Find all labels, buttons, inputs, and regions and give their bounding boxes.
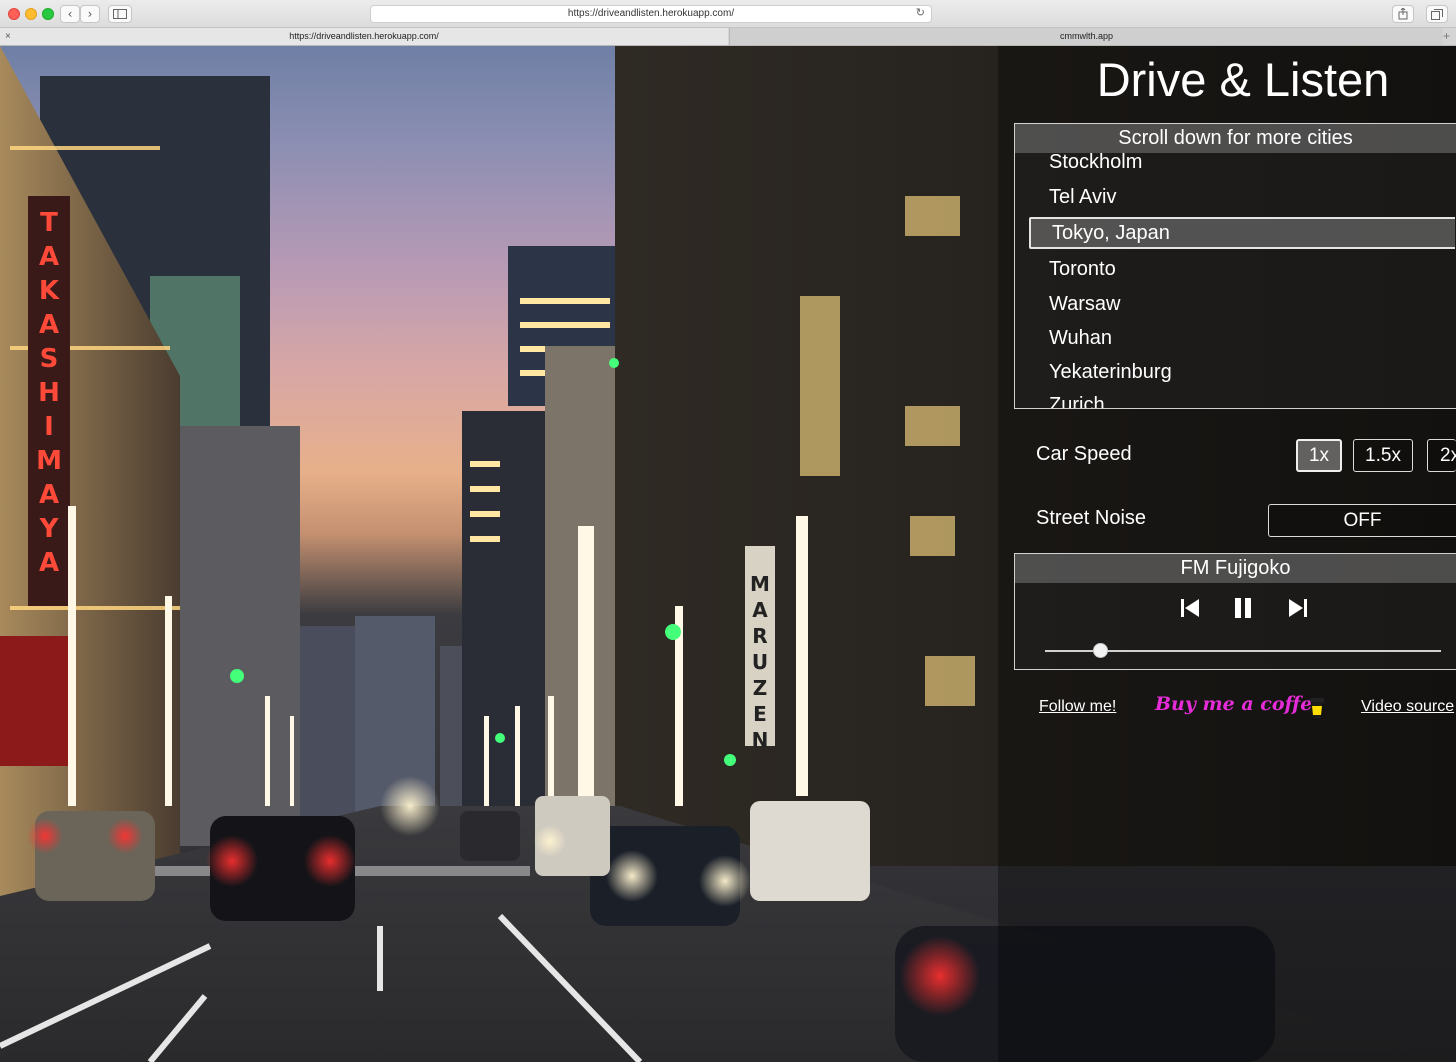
speed-1-5x-button[interactable]: 1.5x [1353, 439, 1413, 472]
back-icon[interactable]: ‹ [60, 5, 80, 23]
city-item-wuhan[interactable]: Wuhan [1029, 322, 1455, 354]
city-item-toronto[interactable]: Toronto [1029, 253, 1455, 285]
tab-driveandlisten[interactable]: × https://driveandlisten.herokuapp.com/ [0, 28, 728, 45]
city-item-tel-aviv[interactable]: Tel Aviv [1029, 181, 1455, 213]
reload-icon[interactable]: ↻ [916, 6, 925, 19]
url-text: https://driveandlisten.herokuapp.com/ [567, 8, 735, 19]
address-bar[interactable]: https://driveandlisten.herokuapp.com/ ↻ [370, 5, 932, 23]
city-item-zurich[interactable]: Zurich [1029, 389, 1455, 408]
video-source-link[interactable]: Video source [1361, 698, 1454, 716]
follow-me-link[interactable]: Follow me! [1039, 698, 1116, 716]
forward-icon[interactable]: › [80, 5, 100, 23]
speed-2x-button[interactable]: 2x [1427, 439, 1456, 472]
minimize-window-button[interactable] [25, 8, 37, 20]
next-icon[interactable] [1287, 596, 1309, 620]
tab-label: cmmwlth.app [1059, 31, 1113, 41]
app-title: Drive & Listen [1096, 53, 1390, 106]
close-tab-icon[interactable]: × [5, 28, 11, 45]
tabs-icon[interactable] [1426, 5, 1448, 23]
speed-1x-button[interactable]: 1x [1296, 439, 1342, 472]
city-item-tokyo-selected[interactable]: Tokyo, Japan [1029, 217, 1455, 249]
browser-titlebar: ‹ › https://driveandlisten.herokuapp.com… [0, 0, 1456, 28]
street-noise-label: Street Noise [1036, 507, 1147, 529]
tab-label: https://driveandlisten.herokuapp.com/ [289, 31, 439, 41]
car-speed-label: Car Speed [1036, 443, 1132, 465]
tab-cmmwlth[interactable]: cmmwlth.app [729, 28, 1443, 45]
city-list[interactable]: Scroll down for more cities Stockholm Te… [1014, 123, 1456, 409]
city-item-yekaterinburg[interactable]: Yekaterinburg [1029, 356, 1455, 388]
coffee-cup-icon[interactable] [1310, 697, 1324, 721]
sidebar-icon[interactable] [108, 5, 132, 23]
close-window-button[interactable] [8, 8, 20, 20]
street-noise-toggle[interactable]: OFF [1268, 504, 1456, 537]
tab-bar: × https://driveandlisten.herokuapp.com/ … [0, 28, 1456, 46]
radio-station-name: FM Fujigoko [1015, 554, 1456, 583]
city-item-stockholm[interactable]: Stockholm [1029, 146, 1455, 178]
radio-player: FM Fujigoko [1014, 553, 1456, 670]
zoom-window-button[interactable] [42, 8, 54, 20]
takashimaya-sign: TAKASHIMAYA [36, 208, 62, 578]
new-tab-icon[interactable]: + [1443, 28, 1450, 45]
share-icon[interactable] [1392, 5, 1414, 23]
previous-icon[interactable] [1179, 596, 1201, 620]
volume-slider-knob[interactable] [1093, 643, 1109, 658]
pause-icon[interactable] [1232, 596, 1254, 620]
buy-me-a-coffee-link[interactable]: Buy me a coffee [1155, 693, 1324, 715]
city-item-warsaw[interactable]: Warsaw [1029, 288, 1455, 320]
